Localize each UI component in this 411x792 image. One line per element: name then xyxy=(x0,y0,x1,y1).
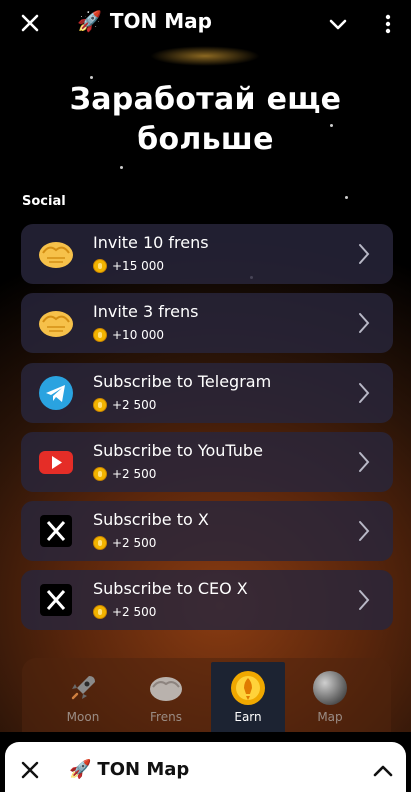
coin-icon xyxy=(93,398,107,412)
handshake-icon xyxy=(39,311,73,337)
tab-moon[interactable]: Moon xyxy=(46,662,120,732)
tab-map[interactable]: Map xyxy=(293,662,367,732)
task-reward: +2 500 xyxy=(93,605,156,619)
task-label: Invite 10 frens xyxy=(93,233,209,252)
handshake-icon xyxy=(150,677,182,701)
chevron-down-icon[interactable] xyxy=(326,12,350,36)
page-title: Заработай еще больше xyxy=(0,80,411,160)
close-icon[interactable] xyxy=(18,11,42,35)
task-label: Subscribe to CEO X xyxy=(93,579,248,598)
task-reward-value: +2 500 xyxy=(112,536,157,550)
page-title-line-1: Заработай еще xyxy=(69,82,342,117)
chevron-right-icon xyxy=(359,452,370,472)
chevron-right-icon xyxy=(359,313,370,333)
chevron-right-icon xyxy=(359,244,370,264)
app-title: 🚀 TON Map xyxy=(77,9,212,33)
task-reward-value: +2 500 xyxy=(112,605,157,619)
task-card-x[interactable]: Subscribe to X +2 500 xyxy=(21,501,393,561)
task-reward-value: +15 000 xyxy=(112,259,165,273)
x-logo-icon xyxy=(40,515,72,547)
planet-icon xyxy=(313,671,347,705)
task-label: Invite 3 frens xyxy=(93,302,199,321)
rocket-emoji-icon: 🚀 xyxy=(77,9,102,33)
collapsed-app-panel[interactable] xyxy=(5,742,406,792)
top-bar: 🚀 TON Map xyxy=(0,0,411,46)
task-reward: +2 500 xyxy=(93,467,156,481)
handshake-icon xyxy=(39,242,73,268)
task-reward: +10 000 xyxy=(93,328,164,342)
telegram-icon xyxy=(39,376,73,410)
task-reward-value: +2 500 xyxy=(112,467,157,481)
coin-icon xyxy=(93,605,107,619)
coin-icon xyxy=(231,671,265,705)
star xyxy=(345,196,348,199)
star xyxy=(90,76,93,79)
coin-icon xyxy=(93,328,107,342)
collapsed-app-bar: 🚀 TON Map xyxy=(0,732,411,792)
tab-label: Map xyxy=(317,710,343,724)
coin-icon xyxy=(93,467,107,481)
coin-icon xyxy=(93,536,107,550)
task-reward: +15 000 xyxy=(93,259,164,273)
task-reward: +2 500 xyxy=(93,398,156,412)
section-label-social: Social xyxy=(22,194,66,209)
tab-label: Earn xyxy=(234,710,262,724)
app-title-text: TON Map xyxy=(109,9,212,33)
task-label: Subscribe to Telegram xyxy=(93,372,272,391)
collapsed-app-title-text: TON Map xyxy=(97,759,190,780)
page-title-line-2: больше xyxy=(137,122,274,157)
bottom-nav: Moon Frens Earn Map xyxy=(22,658,391,732)
chevron-right-icon xyxy=(359,590,370,610)
task-card-telegram[interactable]: Subscribe to Telegram +2 500 xyxy=(21,363,393,423)
collapsed-app-title: 🚀 TON Map xyxy=(69,759,189,780)
rocket-emoji-icon: 🚀 xyxy=(69,759,92,780)
more-options-icon[interactable] xyxy=(382,12,394,36)
task-reward-value: +10 000 xyxy=(112,328,165,342)
tab-earn[interactable]: Earn xyxy=(211,662,285,732)
youtube-icon xyxy=(39,451,73,474)
chevron-right-icon xyxy=(359,521,370,541)
chevron-up-icon[interactable] xyxy=(372,762,394,778)
tab-label: Moon xyxy=(66,710,100,724)
close-icon[interactable] xyxy=(20,760,40,780)
task-card-ceo-x[interactable]: Subscribe to CEO X +2 500 xyxy=(21,570,393,630)
task-reward: +2 500 xyxy=(93,536,156,550)
task-label: Subscribe to X xyxy=(93,510,209,529)
task-label: Subscribe to YouTube xyxy=(93,441,263,460)
earn-screen: Заработай еще больше Social Invite 10 fr… xyxy=(0,46,411,732)
rocket-icon xyxy=(71,676,95,700)
tab-label: Frens xyxy=(150,710,182,724)
task-card-invite-10[interactable]: Invite 10 frens +15 000 xyxy=(21,224,393,284)
task-card-invite-3[interactable]: Invite 3 frens +10 000 xyxy=(21,293,393,353)
x-logo-icon xyxy=(40,584,72,616)
tab-frens[interactable]: Frens xyxy=(129,662,203,732)
chevron-right-icon xyxy=(359,383,370,403)
coin-icon xyxy=(93,259,107,273)
top-glow xyxy=(150,46,260,66)
task-card-youtube[interactable]: Subscribe to YouTube +2 500 xyxy=(21,432,393,492)
star xyxy=(120,166,123,169)
task-reward-value: +2 500 xyxy=(112,398,157,412)
